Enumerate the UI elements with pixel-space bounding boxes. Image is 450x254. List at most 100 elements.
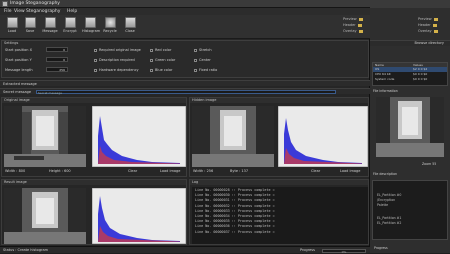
menu-file[interactable]: File [4,9,12,14]
check-label: Hardware dependency [99,68,139,72]
side-toggle-overlay[interactable]: Overlay [418,29,438,33]
original-clear-button[interactable]: Clear [128,169,137,173]
checkbox[interactable] [94,58,97,62]
checkbox[interactable] [94,48,97,52]
right-sidebar: Preview Header Overlay Browse directory … [370,0,450,253]
toolbar: Load Save Message Encrypt Histogram Recy… [0,15,370,39]
hidden-width-label: Width : 256 [193,169,214,173]
toolbar-save-button[interactable]: Save [22,17,38,37]
toolbar-close-label: Close [125,29,135,33]
toolbar-histogram-label: Histogram [82,29,101,33]
toggle-header[interactable]: Header [343,23,362,27]
status-text: Status : Create histogram [3,248,49,252]
list-item-value: $2 0 0 $2 [413,67,428,71]
menu-bar: File View Steganography Help [0,8,370,15]
log-title: Log [190,180,368,185]
app-icon [2,1,8,7]
result-histogram [92,188,186,244]
menu-help[interactable]: Help [67,9,77,14]
toolbar-recycle-button[interactable]: Recycle [102,17,118,37]
toolbar-load-button[interactable]: Load [4,17,20,37]
secret-message-bar: Secret message Secret message [0,88,370,95]
file-info-title: File information [370,89,450,94]
toggle-preview-label: Preview [343,17,357,21]
check-red-color[interactable]: Red color [150,48,171,52]
side-toggle-swatch [432,23,437,27]
checkbox[interactable] [194,68,197,72]
check-label: Stretch [199,48,212,52]
message-length-input[interactable]: 256 [46,67,68,72]
checkbox[interactable] [194,48,197,52]
zoom-label: Zoom 55 [422,162,437,166]
check-required-original[interactable]: Required original image [94,48,141,52]
lock-icon [64,17,76,28]
start-y-input[interactable]: 0 [46,57,68,62]
title-bar: Image Steganography [0,0,370,8]
check-center[interactable]: Center [194,58,211,62]
toolbar-encrypt-button[interactable]: Encrypt [62,17,78,37]
side-toggle-preview[interactable]: Preview [418,17,438,21]
toolbar-save-label: Save [25,29,35,33]
check-stretch[interactable]: Stretch [194,48,212,52]
side-toggle-swatch [433,17,438,21]
check-fixed-ratio[interactable]: Fixed ratio [194,68,217,72]
hidden-clear-button[interactable]: Clear [311,169,320,173]
toolbar-message-button[interactable]: Message [42,17,58,37]
hidden-load-button[interactable]: Load image [340,169,360,173]
tree-item[interactable]: Palette [377,203,443,208]
check-blue-color[interactable]: Blue color [150,68,172,72]
settings-header: Settings [4,41,19,45]
browse-directory-button[interactable]: Browse directory [370,40,450,46]
check-green-color[interactable]: Green color [150,58,175,62]
check-hardware-dependency[interactable]: Hardware dependency [94,68,139,72]
checkbox[interactable] [94,68,97,72]
extracted-message-bar: Extracted message [0,80,370,86]
progress-label: Progress [300,248,315,252]
checkbox[interactable] [150,68,153,72]
check-label: Fixed ratio [199,68,218,72]
hidden-histogram [278,106,368,167]
tree-item[interactable]: EL_Partition #2 [377,221,443,226]
close-icon [124,17,136,28]
hidden-image-panel: Hidden image Width : 256 Byte : 137 Clea… [189,97,369,177]
menu-view[interactable]: View [14,9,25,14]
check-label: Center [199,58,211,62]
checkbox[interactable] [150,48,153,52]
start-x-label: Start position X [5,48,33,52]
result-image [4,188,86,244]
secret-message-input[interactable]: Secret message [36,90,336,95]
progress-bar: 0% [322,248,366,254]
checkbox[interactable] [150,58,153,62]
list-item[interactable]: System code $0 0 0 $0 [373,77,447,82]
toolbar-encrypt-label: Encrypt [63,29,77,33]
log-line: Line No. 00000037 :: Process complete = [195,229,275,234]
check-description-required[interactable]: Description required [94,58,135,62]
toolbar-histogram-button[interactable]: Histogram [82,17,101,37]
sidebar-titlebar [370,0,450,8]
original-image-title: Original image [2,98,186,103]
settings-section: Settings Start position X 0 Start positi… [1,40,369,78]
toggle-overlay[interactable]: Overlay [343,29,363,33]
check-label: Description required [99,58,135,62]
menu-steganography[interactable]: Steganography [26,9,60,14]
list-item-value: $0 0 0 $0 [413,77,428,81]
histogram-icon [84,17,96,28]
side-toggle-label: Overlay [418,29,432,33]
check-label: Red color [155,48,172,52]
checkbox[interactable] [194,58,197,62]
result-image-panel: Result image [1,179,187,245]
toolbar-message-label: Message [42,29,58,33]
original-load-button[interactable]: Load image [160,169,180,173]
side-toggle-label: Preview [418,17,432,21]
log-panel: Log Line No. 00000028 :: Process complet… [189,179,369,245]
start-x-input[interactable]: 0 [46,47,68,52]
toggle-header-label: Header [343,23,356,27]
start-y-label: Start position Y [5,58,32,62]
toggle-overlay-label: Overlay [343,29,357,33]
toolbar-close-button[interactable]: Close [122,17,138,37]
toggle-preview[interactable]: Preview [343,17,363,21]
side-toggle-header[interactable]: Header [418,23,437,27]
original-height-label: Height : 600 [49,169,71,173]
secret-message-label: Secret message [3,90,32,94]
list-item-value: $0 0 0 $0 [413,72,428,76]
